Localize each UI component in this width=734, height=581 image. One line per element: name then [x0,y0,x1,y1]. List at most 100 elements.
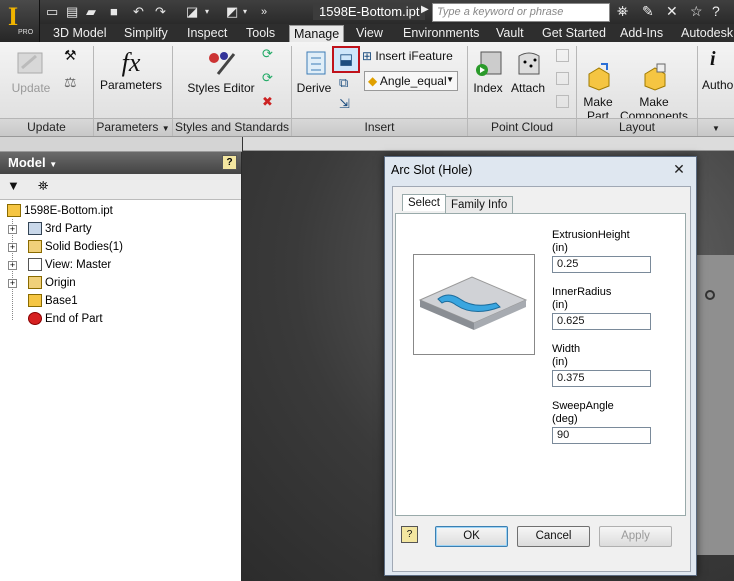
tree-item-3rd-party[interactable]: 3rd Party [28,220,92,238]
author-button[interactable]: i Autho [702,48,734,92]
tab-3d-model[interactable]: 3D Model [49,25,111,42]
update-styles-icon[interactable]: ⟳ [262,70,273,86]
tab-vault[interactable]: Vault [492,25,528,42]
tab-simplify[interactable]: Simplify [120,25,172,42]
browser-toolbar: ▼ ⛯ [0,174,241,200]
scale-icon[interactable]: ⚖ [64,74,77,91]
end-of-part-icon [28,312,42,326]
cancel-button[interactable]: Cancel [517,526,590,547]
param-name: Width [552,343,581,355]
star-icon[interactable]: ☆ [690,3,703,20]
panel-label-parameters[interactable]: Parameters ▼ [94,118,172,136]
application-menu-button[interactable]: I PRO [0,0,40,42]
derive-button[interactable]: Derive [296,48,332,95]
import-icon[interactable]: ⇲ [339,96,350,112]
attach-button[interactable]: Attach [508,48,548,95]
styles-editor-label: Styles Editor [187,81,255,95]
binoculars-icon[interactable]: ⛯ [617,3,628,20]
styles-editor-icon [209,52,236,75]
ifeature-combo-value: Angle_equal [379,74,447,88]
material-icon[interactable]: ◩ [226,4,238,20]
find-icon[interactable]: ⛯ [38,178,48,194]
search-input[interactable]: Type a keyword or phrase [432,3,610,22]
tab-family-info[interactable]: Family Info [445,196,514,214]
author-label: Autho [702,78,734,92]
apply-button[interactable]: Apply [599,526,672,547]
help-icon[interactable]: ? [222,155,237,170]
window-title: 1598E-Bottom.ipt [313,3,426,20]
panel-label-layout: Layout [577,118,697,136]
tab-inspect[interactable]: Inspect [183,25,231,42]
styles-editor-button[interactable]: Styles Editor [184,48,258,95]
point-cloud-option-icon[interactable] [556,49,569,62]
tree-item-label: 1598E-Bottom.ipt [24,205,113,217]
update-button[interactable]: Update [6,48,56,95]
view-rep-icon [28,258,42,272]
point-cloud-option-icon[interactable] [556,95,569,108]
tab-get-started[interactable]: Get Started [538,25,610,42]
open-file-icon[interactable]: ▤ [66,4,78,20]
expand-icon[interactable]: + [8,261,17,270]
clear-styles-icon[interactable]: ✖ [262,94,273,110]
place-feature-icon[interactable]: ⧉ [339,75,348,91]
tree-item-label: Origin [45,277,76,289]
tree-item-base1[interactable]: Base1 [28,292,78,310]
ribbon-expand[interactable]: ▼ [698,118,734,136]
param-label-width: Width (in) [552,343,580,369]
rebuild-all-icon[interactable]: ⚒ [64,47,77,64]
search-expand-icon[interactable]: ▶ [421,4,429,15]
redo-icon[interactable]: ↷ [155,4,166,20]
exchange-icon[interactable]: ✕ [666,3,678,20]
parameters-button[interactable]: fx Parameters [98,48,164,92]
browser-header[interactable]: Model ▼ ? [0,152,241,174]
ok-button[interactable]: OK [435,526,508,547]
param-name: SweepAngle [552,400,614,412]
point-cloud-option-icon[interactable] [556,72,569,85]
ifeature-icon: ⬓ [339,51,354,68]
tree-item-root[interactable]: 1598E-Bottom.ipt [7,202,113,220]
ifeature-select[interactable]: ◆ Angle_equal ▼ [364,71,458,91]
filter-icon[interactable]: ▼ [7,178,20,193]
expand-icon[interactable]: + [8,243,17,252]
index-label: Index [473,81,503,95]
tab-add-ins[interactable]: Add-Ins [616,25,667,42]
index-button[interactable]: Index [472,48,504,95]
appearance-icon[interactable]: ◪ [186,4,198,20]
tab-environments[interactable]: Environments [399,25,483,42]
tab-autodesk[interactable]: Autodesk [677,25,734,42]
width-input[interactable]: 0.375 [552,370,651,387]
import-ifeature-button[interactable]: ⬓ [332,46,360,73]
inner-radius-input[interactable]: 0.625 [552,313,651,330]
tree-item-solid-bodies[interactable]: Solid Bodies(1) [28,238,123,256]
help-icon[interactable]: ? [712,3,720,19]
sweep-angle-input[interactable]: 90 [552,427,651,444]
close-icon[interactable]: ✕ [668,161,690,179]
tab-view[interactable]: View [352,25,387,42]
more-tools-icon[interactable]: » [261,4,267,20]
wrench-icon[interactable]: ✎ [642,3,654,20]
new-file-icon[interactable]: ▭ [46,4,58,20]
tab-select[interactable]: Select [402,194,446,211]
tree-item-end-of-part[interactable]: End of Part [28,310,103,328]
insert-ifeature-icon: ⊞ [362,49,373,63]
tree-item-origin[interactable]: Origin [28,274,76,292]
tab-manage[interactable]: Manage [289,25,345,42]
panel-label-styles: Styles and Standards [173,118,291,136]
tree-item-view-master[interactable]: View: Master [28,256,111,274]
expand-icon[interactable]: + [8,279,17,288]
purge-styles-icon[interactable]: ⟳ [262,46,273,62]
tab-tools[interactable]: Tools [242,25,279,42]
help-icon[interactable]: ? [401,526,418,543]
chevron-down-icon[interactable]: ▾ [205,4,209,20]
folder-icon [28,276,42,290]
save-icon[interactable]: ■ [110,4,118,20]
extrusion-height-input[interactable]: 0.25 [552,256,651,273]
document-tab-strip [243,137,734,151]
open-folder-icon[interactable]: ▰ [86,4,96,20]
insert-ifeature-button[interactable]: ⊞ Insert iFeature [362,49,453,65]
param-label-inner-radius: InnerRadius (in) [552,286,611,312]
expand-icon[interactable]: + [8,225,17,234]
ribbon-tabs: 3D Model Simplify Inspect Tools Manage V… [40,24,734,42]
undo-icon[interactable]: ↶ [133,4,144,20]
chevron-down-icon[interactable]: ▾ [243,4,247,20]
